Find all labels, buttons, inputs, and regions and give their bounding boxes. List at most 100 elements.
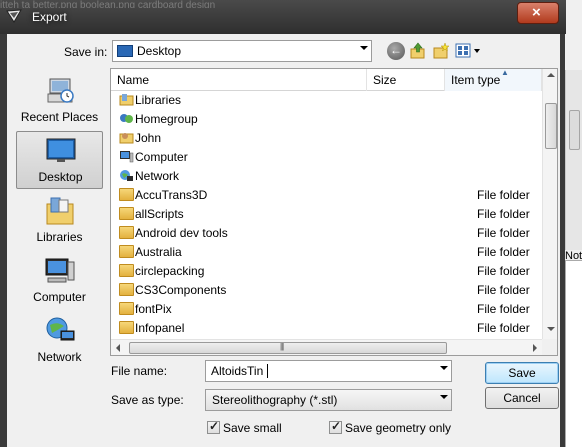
sort-ascending-icon: ▲ — [501, 68, 509, 77]
item-type: File folder — [477, 264, 530, 278]
place-libraries[interactable]: Libraries — [16, 192, 103, 250]
list-item[interactable]: Android dev tools File folder — [111, 224, 542, 243]
item-name: CS3Components — [135, 283, 227, 297]
place-label: Computer — [33, 290, 86, 304]
item-name: Network — [135, 169, 180, 183]
column-item-type[interactable]: Item type — [445, 69, 542, 91]
column-name[interactable]: Name — [111, 69, 367, 91]
scroll-corner — [542, 339, 557, 355]
libraries-icon — [46, 197, 74, 225]
list-item[interactable]: John — [111, 129, 542, 148]
list-item[interactable]: Computer — [111, 148, 542, 167]
scroll-right-icon[interactable] — [533, 344, 537, 352]
list-item[interactable]: circlepacking File folder — [111, 262, 542, 281]
save-small-label[interactable]: Save small — [223, 421, 282, 435]
list-item[interactable]: AccuTrans3D File folder — [111, 186, 542, 205]
background-scrollbar — [565, 70, 582, 250]
recent-places-icon — [47, 78, 74, 103]
save-as-type-value: Stereolithography (*.stl) — [212, 393, 338, 407]
place-label: Network — [37, 350, 82, 364]
chevron-down-icon[interactable] — [440, 366, 448, 370]
file-name-field[interactable]: AltoidsTin — [205, 360, 452, 382]
save-as-type-label: Save as type: — [111, 393, 184, 407]
save-geometry-only-label[interactable]: Save geometry only — [345, 421, 451, 435]
item-type: File folder — [477, 207, 530, 221]
up-folder-button[interactable] — [409, 42, 427, 60]
computer-icon — [45, 258, 75, 283]
item-name: Android dev tools — [135, 226, 228, 240]
chevron-down-icon — [440, 395, 448, 399]
list-item[interactable]: fontPix File folder — [111, 300, 542, 319]
place-network[interactable]: Network — [16, 312, 103, 370]
list-item[interactable]: Libraries — [111, 91, 542, 110]
checkmark-icon: ✓ — [209, 419, 220, 433]
places-bar: Recent Places Desktop Libraries Computer… — [16, 68, 103, 368]
save-in-label: Save in: — [64, 45, 108, 59]
network-icon — [120, 170, 133, 181]
file-name-label: File name: — [111, 364, 168, 378]
item-name: Australia — [135, 245, 182, 259]
file-list[interactable]: Name Size Item type ▲ Libraries Homegrou… — [110, 68, 558, 356]
folder-icon — [119, 207, 134, 220]
export-dialog: itteh ta better.png boolean.png cardboar… — [0, 0, 566, 447]
place-label: Desktop — [38, 170, 83, 184]
vertical-scrollbar[interactable] — [542, 69, 557, 339]
place-desktop[interactable]: Desktop — [16, 131, 103, 189]
list-item[interactable]: Network — [111, 167, 542, 186]
list-item[interactable]: Infopanel File folder — [111, 319, 542, 338]
save-button[interactable]: Save — [485, 362, 559, 384]
save-geometry-only-checkbox[interactable]: ✓ — [329, 419, 342, 434]
list-item[interactable]: CS3Components File folder — [111, 281, 542, 300]
column-size[interactable]: Size — [367, 69, 445, 91]
new-folder-button[interactable] — [432, 42, 450, 60]
network-icon — [46, 317, 75, 341]
view-menu-button[interactable] — [455, 42, 483, 60]
file-rows: Libraries Homegroup John Computer Networ… — [111, 91, 542, 338]
back-arrow-icon: ← — [390, 43, 402, 57]
horizontal-scroll-thumb[interactable]: ||| — [129, 342, 447, 354]
libraries-icon — [119, 94, 134, 106]
item-type: File folder — [477, 283, 530, 297]
list-item[interactable]: Australia File folder — [111, 243, 542, 262]
save-in-value: Desktop — [137, 44, 182, 58]
app-icon — [6, 9, 22, 23]
item-name: John — [135, 131, 162, 145]
folder-icon — [119, 188, 134, 201]
computer-icon — [120, 151, 134, 163]
folder-icon — [119, 321, 134, 334]
list-item[interactable]: allScripts File folder — [111, 205, 542, 224]
text-cursor — [267, 364, 268, 378]
scroll-down-icon[interactable] — [547, 327, 555, 331]
place-computer[interactable]: Computer — [16, 252, 103, 310]
list-item[interactable]: Homegroup — [111, 110, 542, 129]
save-as-type-dropdown[interactable]: Stereolithography (*.stl) — [205, 389, 452, 411]
back-button[interactable]: ← — [387, 42, 405, 60]
save-in-dropdown[interactable]: Desktop — [112, 40, 372, 62]
folder-icon — [119, 283, 134, 296]
scroll-left-icon[interactable] — [116, 344, 120, 352]
scroll-up-icon[interactable] — [547, 73, 555, 77]
grip-icon: ||| — [280, 342, 284, 351]
close-button[interactable]: × — [517, 2, 559, 24]
checkmark-icon: ✓ — [331, 419, 342, 433]
place-recent-places[interactable]: Recent Places — [16, 72, 103, 130]
folder-icon — [119, 302, 134, 315]
file-name-value: AltoidsTin — [211, 364, 264, 378]
place-label: Recent Places — [20, 110, 99, 124]
save-small-checkbox[interactable]: ✓ — [207, 419, 220, 434]
homegroup-icon — [120, 114, 133, 123]
desktop-icon — [117, 45, 133, 57]
title-bar[interactable]: itteh ta better.png boolean.png cardboar… — [0, 0, 566, 34]
vertical-scroll-thumb[interactable] — [545, 103, 557, 149]
background-panel — [565, 260, 582, 447]
dialog-body: Save in: Desktop ← Recent Places Desktop… — [7, 34, 560, 447]
user-folder-icon — [119, 133, 134, 144]
item-name: circlepacking — [135, 264, 205, 278]
item-name: fontPix — [135, 302, 172, 316]
horizontal-scrollbar[interactable]: ||| — [111, 339, 542, 355]
cancel-button[interactable]: Cancel — [485, 387, 559, 409]
item-name: allScripts — [135, 207, 184, 221]
item-type: File folder — [477, 188, 530, 202]
item-name: Libraries — [135, 93, 182, 107]
desktop-icon — [46, 138, 76, 162]
